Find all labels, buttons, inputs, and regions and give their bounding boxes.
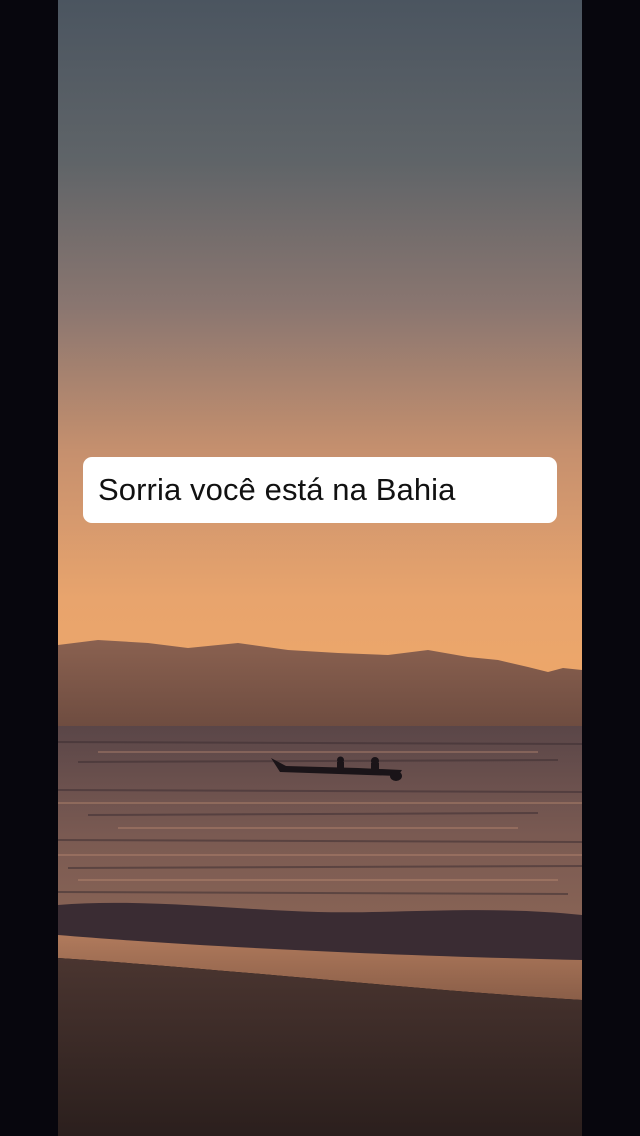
letterbox-right [582, 0, 640, 1136]
caption-sticker: Sorria você está na Bahia [83, 457, 557, 523]
sky [58, 0, 582, 730]
story-photo [58, 0, 582, 1136]
caption-text: Sorria você está na Bahia [98, 472, 456, 507]
letterbox-left [0, 0, 58, 1136]
